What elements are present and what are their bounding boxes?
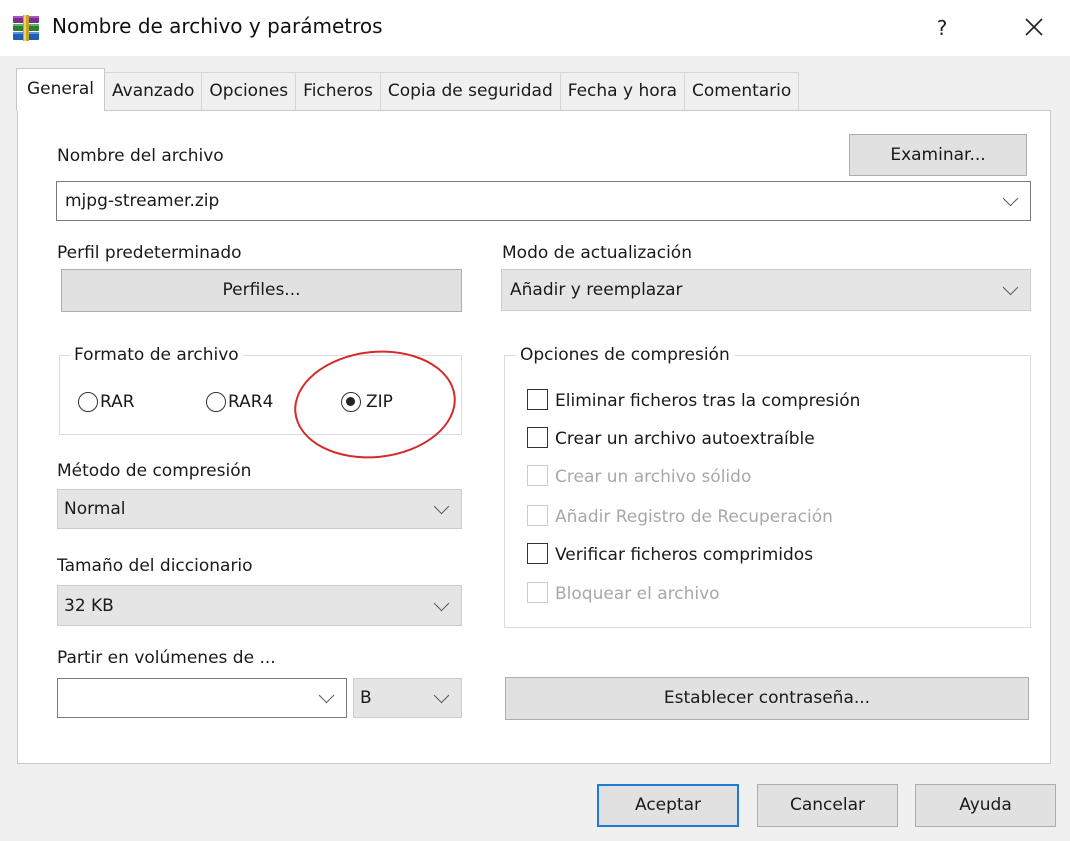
chevron-down-icon[interactable] (433, 687, 450, 704)
archive-name-value[interactable]: mjpg-streamer.zip (65, 191, 219, 211)
update-mode-label: Modo de actualización (502, 243, 692, 263)
profiles-button[interactable]: Perfiles... (61, 269, 462, 312)
archive-name-label: Nombre del archivo (57, 146, 224, 166)
compression-options-title: Opciones de compresión (516, 345, 734, 365)
tab-opciones[interactable]: Opciones (201, 72, 297, 110)
chevron-down-icon[interactable] (1002, 279, 1019, 296)
radio-rar[interactable] (78, 392, 98, 412)
chevron-down-icon[interactable] (433, 595, 450, 612)
tab-bar: General Avanzado Opciones Ficheros Copia… (16, 68, 800, 111)
compression-method-value[interactable]: Normal (64, 499, 126, 519)
split-volumes-label: Partir en volúmenes de ... (57, 648, 276, 668)
set-password-button[interactable]: Establecer contraseña... (505, 677, 1029, 720)
checkbox-solid-archive-label: Crear un archivo sólido (555, 467, 752, 487)
tab-avanzado[interactable]: Avanzado (104, 72, 203, 110)
checkbox-test-files[interactable] (527, 543, 548, 564)
ok-button[interactable]: Aceptar (597, 784, 739, 827)
chevron-down-icon[interactable] (318, 687, 335, 704)
cancel-button[interactable]: Cancelar (757, 784, 898, 827)
checkbox-create-sfx[interactable] (527, 427, 548, 448)
browse-button[interactable]: Examinar... (849, 134, 1027, 176)
archive-format-title: Formato de archivo (70, 345, 243, 365)
radio-rar4[interactable] (206, 392, 226, 412)
split-unit-value[interactable]: B (360, 688, 372, 708)
title-bar: Nombre de archivo y parámetros ? (0, 0, 1070, 56)
tab-comentario[interactable]: Comentario (684, 72, 800, 110)
dialog-window: Nombre de archivo y parámetros ? General… (0, 0, 1070, 841)
compression-method-label: Método de compresión (57, 461, 252, 481)
checkbox-delete-files[interactable] (527, 389, 548, 410)
default-profile-label: Perfil predeterminado (57, 243, 242, 263)
update-mode-value[interactable]: Añadir y reemplazar (510, 280, 683, 300)
tab-general[interactable]: General (16, 68, 105, 111)
tab-fecha-y-hora[interactable]: Fecha y hora (559, 72, 686, 110)
update-mode-select[interactable]: Añadir y reemplazar (501, 269, 1031, 311)
help-button[interactable]: Ayuda (915, 784, 1056, 827)
close-button[interactable] (1012, 8, 1056, 46)
radio-zip-label[interactable]: ZIP (366, 392, 393, 412)
checkbox-lock-archive (527, 582, 548, 603)
tab-ficheros[interactable]: Ficheros (295, 72, 381, 110)
checkbox-recovery-record-label: Añadir Registro de Recuperación (555, 507, 833, 527)
split-unit-select[interactable]: B (353, 678, 462, 718)
dictionary-size-select[interactable]: 32 KB (57, 585, 462, 626)
checkbox-recovery-record (527, 505, 548, 526)
chevron-down-icon[interactable] (1002, 190, 1019, 207)
archive-name-combo[interactable]: mjpg-streamer.zip (56, 181, 1031, 221)
winrar-books-icon (13, 15, 39, 41)
tab-copia-de-seguridad[interactable]: Copia de seguridad (379, 72, 561, 110)
split-volumes-combo[interactable] (57, 678, 347, 718)
checkbox-create-sfx-label[interactable]: Crear un archivo autoextraíble (555, 429, 815, 449)
dictionary-size-label: Tamaño del diccionario (57, 556, 253, 576)
window-title: Nombre de archivo y parámetros (52, 14, 383, 38)
radio-rar-label[interactable]: RAR (100, 392, 135, 412)
checkbox-delete-files-label[interactable]: Eliminar ficheros tras la compresión (555, 391, 860, 411)
checkbox-solid-archive (527, 465, 548, 486)
checkbox-test-files-label[interactable]: Verificar ficheros comprimidos (555, 545, 813, 565)
compression-method-select[interactable]: Normal (57, 489, 462, 529)
dictionary-size-value[interactable]: 32 KB (64, 596, 114, 616)
radio-rar4-label[interactable]: RAR4 (228, 392, 273, 412)
checkbox-lock-archive-label: Bloquear el archivo (555, 584, 720, 604)
radio-zip[interactable] (341, 392, 361, 412)
chevron-down-icon[interactable] (433, 498, 450, 515)
help-title-button[interactable]: ? (920, 10, 964, 46)
close-icon (1025, 18, 1043, 36)
